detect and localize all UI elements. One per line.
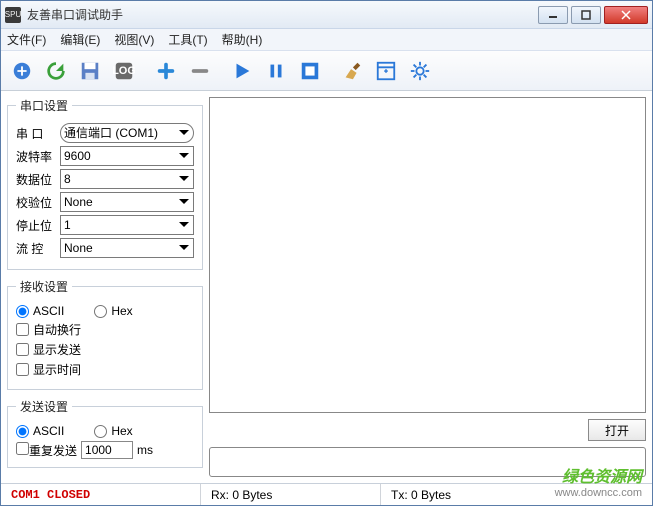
receive-settings-group: 接收设置 ASCII Hex 自动换行 显示发送 显示时间 — [7, 278, 203, 390]
app-icon: SPU — [5, 7, 21, 23]
show-send-checkbox[interactable]: 显示发送 — [16, 341, 81, 358]
menubar: 文件(F) 编辑(E) 视图(V) 工具(T) 帮助(H) — [1, 29, 652, 51]
clear-button[interactable] — [337, 56, 367, 86]
stop-button[interactable] — [295, 56, 325, 86]
port-label: 串 口 — [16, 125, 60, 142]
databits-select[interactable]: 8 — [60, 169, 194, 189]
left-panel: 串口设置 串 口 通信端口 (COM1) 波特率 9600 数据位 8 校验位 … — [7, 97, 203, 477]
maximize-button[interactable] — [571, 6, 601, 24]
repeat-interval-input[interactable] — [81, 441, 133, 459]
window-title: 友善串口调试助手 — [27, 6, 538, 23]
minimize-button[interactable] — [538, 6, 568, 24]
stopbits-select[interactable]: 1 — [60, 215, 194, 235]
send-settings-group: 发送设置 ASCII Hex 重复发送 ms — [7, 398, 203, 468]
add-button[interactable] — [151, 56, 181, 86]
open-port-button[interactable]: 打开 — [588, 419, 646, 441]
menu-file[interactable]: 文件(F) — [7, 31, 46, 48]
new-tab-button[interactable] — [7, 56, 37, 86]
statusbar: COM1 CLOSED Rx: 0 Bytes Tx: 0 Bytes — [1, 483, 652, 505]
toolbar: LOG — [1, 51, 652, 91]
svg-text:LOG: LOG — [113, 64, 135, 76]
status-port: COM1 CLOSED — [11, 484, 201, 505]
flow-select[interactable]: None — [60, 238, 194, 258]
port-select[interactable]: 通信端口 (COM1) — [60, 123, 194, 143]
auto-wrap-checkbox[interactable]: 自动换行 — [16, 321, 81, 338]
refresh-button[interactable] — [41, 56, 71, 86]
window-button[interactable] — [371, 56, 401, 86]
receive-textarea[interactable] — [209, 97, 646, 413]
rx-hex-radio[interactable]: Hex — [94, 304, 132, 318]
close-button[interactable] — [604, 6, 648, 24]
baud-label: 波特率 — [16, 148, 60, 165]
menu-help[interactable]: 帮助(H) — [222, 31, 263, 48]
titlebar: SPU 友善串口调试助手 — [1, 1, 652, 29]
parity-select[interactable]: None — [60, 192, 194, 212]
flow-label: 流 控 — [16, 240, 60, 257]
status-tx: Tx: 0 Bytes — [381, 484, 642, 505]
serial-settings-legend: 串口设置 — [16, 97, 72, 114]
menu-edit[interactable]: 编辑(E) — [60, 31, 100, 48]
serial-settings-group: 串口设置 串 口 通信端口 (COM1) 波特率 9600 数据位 8 校验位 … — [7, 97, 203, 270]
remove-button[interactable] — [185, 56, 215, 86]
play-button[interactable] — [227, 56, 257, 86]
stopbits-label: 停止位 — [16, 217, 60, 234]
save-button[interactable] — [75, 56, 105, 86]
rx-ascii-radio[interactable]: ASCII — [16, 304, 64, 318]
baud-select[interactable]: 9600 — [60, 146, 194, 166]
menu-view[interactable]: 视图(V) — [114, 31, 154, 48]
right-panel: 打开 — [209, 97, 646, 477]
menu-tools[interactable]: 工具(T) — [168, 31, 207, 48]
tx-hex-radio[interactable]: Hex — [94, 424, 132, 438]
databits-label: 数据位 — [16, 171, 60, 188]
content-area: 串口设置 串 口 通信端口 (COM1) 波特率 9600 数据位 8 校验位 … — [1, 91, 652, 483]
pause-button[interactable] — [261, 56, 291, 86]
receive-settings-legend: 接收设置 — [16, 278, 72, 295]
show-time-checkbox[interactable]: 显示时间 — [16, 361, 81, 378]
send-textarea[interactable] — [209, 447, 646, 477]
settings-button[interactable] — [405, 56, 435, 86]
repeat-unit-label: ms — [137, 443, 153, 457]
log-button[interactable]: LOG — [109, 56, 139, 86]
parity-label: 校验位 — [16, 194, 60, 211]
send-settings-legend: 发送设置 — [16, 398, 72, 415]
repeat-send-checkbox[interactable]: 重复发送 — [16, 442, 77, 459]
status-rx: Rx: 0 Bytes — [201, 484, 381, 505]
tx-ascii-radio[interactable]: ASCII — [16, 424, 64, 438]
